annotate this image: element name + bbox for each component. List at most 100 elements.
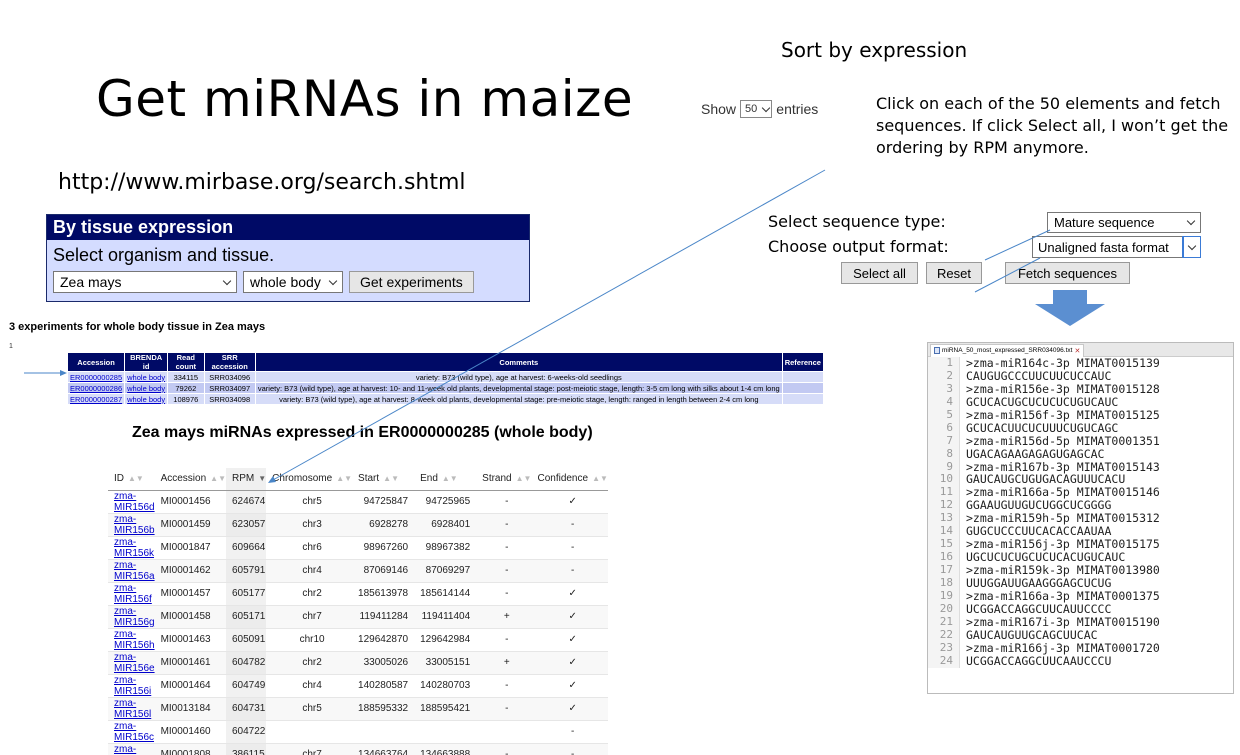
table-row: zma-MIR156g MI0001458 605171 chr7 119411284 1… <box>108 605 608 629</box>
col-strand[interactable]: Strand ▲▼ <box>476 468 532 491</box>
mirna-header-row: ID ▲▼ Accession ▲▼ RPM ▼ Chromosome ▲▼ Start… <box>108 468 608 491</box>
mirna-id-link[interactable]: zma-MIR156h <box>114 629 155 651</box>
end: 185614144 <box>414 582 477 606</box>
click-note: Click on each of the 50 elements and fet… <box>876 94 1229 157</box>
table-row: zma-MIR156i MI0001464 604749 chr4 140280587 1… <box>108 674 608 698</box>
mirna-id-link[interactable]: zma-MIR156e <box>108 651 155 675</box>
editor-tab[interactable]: miRNA_50_most_expressed_SRR034096.txt ✕ <box>930 343 1085 357</box>
accession: MI0013184 <box>154 697 226 721</box>
mirna-id-link[interactable]: zma-MIR156a <box>114 560 155 582</box>
strand: - <box>476 490 532 514</box>
col-rpm[interactable]: RPM ▼ <box>226 468 267 491</box>
tissue-select[interactable]: whole body <box>243 271 343 293</box>
col-accession: Accession <box>66 352 126 372</box>
table-row: zma-MIR156a MI0001462 605791 chr4 87069146 87… <box>108 559 608 583</box>
close-icon[interactable]: ✕ <box>1074 347 1080 355</box>
brenda-link[interactable]: whole body <box>127 373 165 382</box>
col-reference: Reference <box>781 352 825 372</box>
mirna-id-link[interactable]: zma-MIR156j <box>114 744 151 755</box>
rpm-value: 605091 <box>226 628 267 652</box>
col-end[interactable]: End ▲▼ <box>414 468 477 491</box>
line-number: 5 <box>928 408 960 422</box>
mirna-id-link[interactable]: zma-MIR156c <box>108 720 155 744</box>
line-text: UCGGACCAGGCUUCAUUCCCC <box>966 601 1112 616</box>
chromosome <box>266 720 353 744</box>
col-id[interactable]: ID ▲▼ <box>108 468 155 491</box>
col-confidence[interactable]: Confidence ▲▼ <box>531 468 608 491</box>
srr-accession: SRR034098 <box>203 393 256 405</box>
mirna-id-link[interactable]: zma-MIR156b <box>108 513 155 537</box>
confidence: - <box>531 513 608 537</box>
brenda-link[interactable]: whole body <box>127 384 165 393</box>
select-all-button[interactable]: Select all <box>841 262 918 284</box>
read-count: 108976 <box>167 393 205 405</box>
mirna-id-link[interactable]: zma-MIR156e <box>114 652 155 674</box>
accession: MI0001462 <box>154 559 226 583</box>
strand: - <box>476 513 532 537</box>
end <box>414 720 477 744</box>
tissue-expression-panel: By tissue expression Select organism and… <box>46 214 530 302</box>
mirna-id-link[interactable]: zma-MIR156a <box>108 559 155 583</box>
sequence-type-value: Mature sequence <box>1054 215 1155 230</box>
editor-line: 8 UGACAGAAGAGAGUGAGCAC <box>928 447 1233 461</box>
mirna-id-link[interactable]: zma-MIR156k <box>108 536 155 560</box>
entries-select[interactable]: 50 <box>740 100 773 118</box>
organism-value: Zea mays <box>60 274 122 290</box>
rpm-value: 604749 <box>226 674 267 698</box>
sequence-type-select[interactable]: Mature sequence <box>1047 212 1201 233</box>
mirna-id-link[interactable]: zma-MIR156j <box>108 743 155 755</box>
tissue-panel-header: By tissue expression <box>47 215 529 240</box>
mirna-id-link[interactable]: zma-MIR156h <box>108 628 155 652</box>
mirna-id-link[interactable]: zma-MIR156k <box>114 537 154 559</box>
read-count: 79262 <box>167 382 205 394</box>
end: 188595421 <box>414 697 477 721</box>
accession: MI0001458 <box>154 605 226 629</box>
mirna-id-link[interactable]: zma-MIR156g <box>114 606 155 628</box>
mirna-id-link[interactable]: zma-MIR156d <box>114 491 155 513</box>
organism-select[interactable]: Zea mays <box>53 271 237 293</box>
col-accession[interactable]: Accession ▲▼ <box>154 468 226 491</box>
mirna-table: ID ▲▼ Accession ▲▼ RPM ▼ Chromosome ▲▼ Start… <box>108 468 608 755</box>
srr-accession: SRR034096 <box>203 371 256 383</box>
arrow-head-icon <box>60 370 67 376</box>
mirna-id-link[interactable]: zma-MIR156d <box>108 490 155 514</box>
line-number: 17 <box>928 563 960 577</box>
editor-line: 4 GCUCACUGCUCUCUCUGUCAUC <box>928 395 1233 409</box>
mirna-id-link[interactable]: zma-MIR156g <box>108 605 155 629</box>
editor-content[interactable]: 1 >zma-miR164c-3p MIMAT0015139 2 CAUGUGCCCU… <box>928 356 1233 668</box>
mirna-id-link[interactable]: zma-MIR156b <box>114 514 155 536</box>
mirna-id-link[interactable]: zma-MIR156l <box>108 697 155 721</box>
rpm-value: 604731 <box>226 697 267 721</box>
mirna-id-link[interactable]: zma-MIR156i <box>108 674 155 698</box>
editor-line: 1 >zma-miR164c-3p MIMAT0015139 <box>928 356 1233 370</box>
line-number: 4 <box>928 395 960 409</box>
col-comments: Comments <box>254 352 783 372</box>
col-start[interactable]: Start ▲▼ <box>352 468 415 491</box>
strand: - <box>476 559 532 583</box>
mirna-id-link[interactable]: zma-MIR156i <box>114 675 151 697</box>
experiment-accession-link[interactable]: ER0000000285 <box>70 373 122 382</box>
strand: - <box>476 697 532 721</box>
mirna-id-link[interactable]: zma-MIR156f <box>108 582 155 606</box>
output-format-label: Choose output format: <box>768 237 949 256</box>
get-experiments-button[interactable]: Get experiments <box>349 271 474 293</box>
mirna-id-link[interactable]: zma-MIR156f <box>114 583 152 605</box>
fetch-sequences-button[interactable]: Fetch sequences <box>1005 262 1130 284</box>
experiment-accession-link[interactable]: ER0000000287 <box>70 395 122 404</box>
strand: - <box>476 582 532 606</box>
dropdown-button[interactable] <box>1182 236 1201 258</box>
sort-icon: ▲▼ <box>441 474 458 484</box>
table-row: zma-MIR156h MI0001463 605091 chr10 129642870… <box>108 628 608 652</box>
brenda-link[interactable]: whole body <box>127 395 165 404</box>
table-row: zma-MIR156l MI0013184 604731 chr5 188595332 1… <box>108 697 608 721</box>
editor-line: 7 >zma-miR156d-5p MIMAT0001351 <box>928 434 1233 448</box>
experiment-accession-link[interactable]: ER0000000286 <box>70 384 122 393</box>
start: 33005026 <box>352 651 415 675</box>
reset-button[interactable]: Reset <box>926 262 982 284</box>
line-text: UCGGACCAGGCUUCAAUCCCU <box>966 653 1112 668</box>
mirna-id-link[interactable]: zma-MIR156l <box>114 698 151 720</box>
output-format-select[interactable]: Unaligned fasta format <box>1032 236 1201 258</box>
mirna-id-link[interactable]: zma-MIR156c <box>114 721 154 743</box>
col-chromosome[interactable]: Chromosome ▲▼ <box>266 468 353 491</box>
line-text: >zma-miR156f-3p MIMAT0015125 <box>966 407 1160 422</box>
